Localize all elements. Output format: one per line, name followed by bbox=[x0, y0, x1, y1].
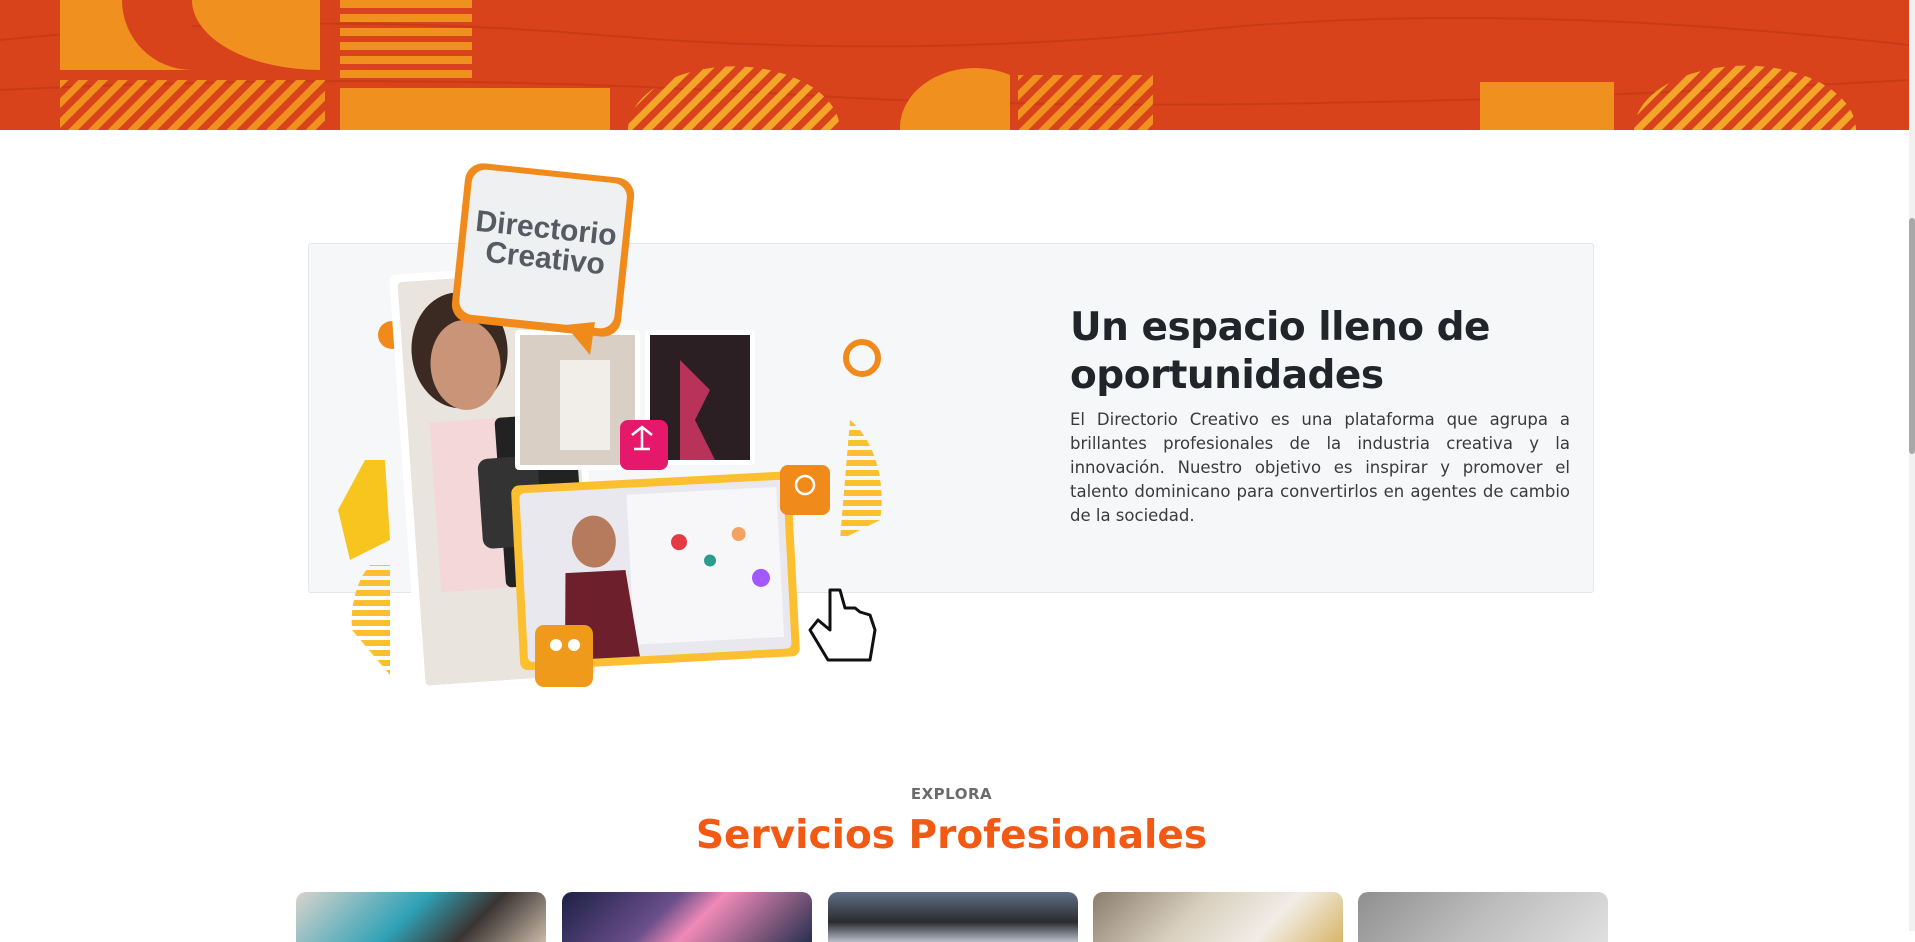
banner-pattern bbox=[0, 0, 1909, 130]
hero-banner bbox=[0, 0, 1909, 130]
hand-cursor-icon bbox=[808, 588, 877, 662]
section-title: Servicios Profesionales bbox=[695, 813, 1208, 858]
about-heading: Un espacio lleno de oportunidades bbox=[1070, 305, 1490, 398]
service-card-5[interactable] bbox=[1358, 892, 1608, 942]
service-card-2[interactable] bbox=[562, 892, 812, 942]
service-card-4[interactable] bbox=[1093, 892, 1343, 942]
service-card-1[interactable] bbox=[296, 892, 546, 942]
directorio-creativo-illustration: Directorio Creativo bbox=[338, 163, 882, 694]
about-description: El Directorio Creativo es una plataforma… bbox=[1070, 410, 1570, 525]
service-card-3[interactable] bbox=[828, 892, 1078, 942]
section-eyebrow: EXPLORA bbox=[910, 785, 993, 803]
scrollbar-thumb[interactable] bbox=[1909, 218, 1915, 454]
scrollbar-track[interactable] bbox=[1909, 0, 1915, 931]
